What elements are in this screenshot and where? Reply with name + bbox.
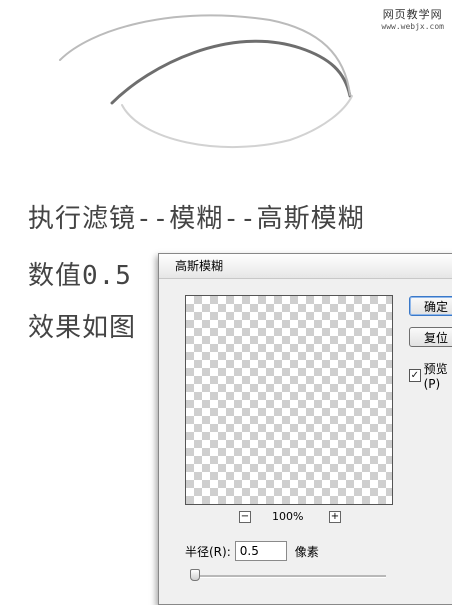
dialog-title[interactable]: 高斯模糊 [159,254,452,279]
radius-label: 半径(R): [185,544,231,559]
eye-upper-lid-stroke [110,39,352,105]
eye-lower-outline [121,95,353,149]
instruction-result: 效果如图 [28,313,137,343]
gaussian-blur-dialog: 高斯模糊 − 100% + 确定 复位 ✓ 预览(P) 半径(R): 像素 [158,253,452,605]
watermark: 网页教学网 www.webjx.com [381,6,444,31]
ok-button[interactable]: 确定 [409,296,452,316]
zoom-in-button[interactable]: + [329,511,341,523]
radius-input[interactable] [234,541,287,561]
radius-unit: 像素 [294,544,319,559]
preview-toggle[interactable]: ✓ 预览(P) [409,360,452,391]
zoom-level: 100% [272,510,304,523]
reset-button[interactable]: 复位 [409,327,452,347]
filter-preview-pane[interactable] [185,295,393,505]
preview-label: 预览(P) [423,362,448,391]
radius-row: 半径(R): 像素 [185,541,319,561]
eye-sketch [59,14,353,149]
instruction-value: 数值0.5 [28,261,132,291]
watermark-site-name: 网页教学网 [382,8,443,21]
watermark-url: www.webjx.com [381,22,444,31]
eye-upper-outline [59,14,351,96]
radius-slider-thumb[interactable] [190,569,200,581]
instruction-filter-path: 执行滤镜--模糊--高斯模糊 [28,204,365,234]
zoom-out-button[interactable]: − [239,511,251,523]
preview-checkbox[interactable]: ✓ [409,369,421,382]
radius-slider-track[interactable] [190,575,386,578]
